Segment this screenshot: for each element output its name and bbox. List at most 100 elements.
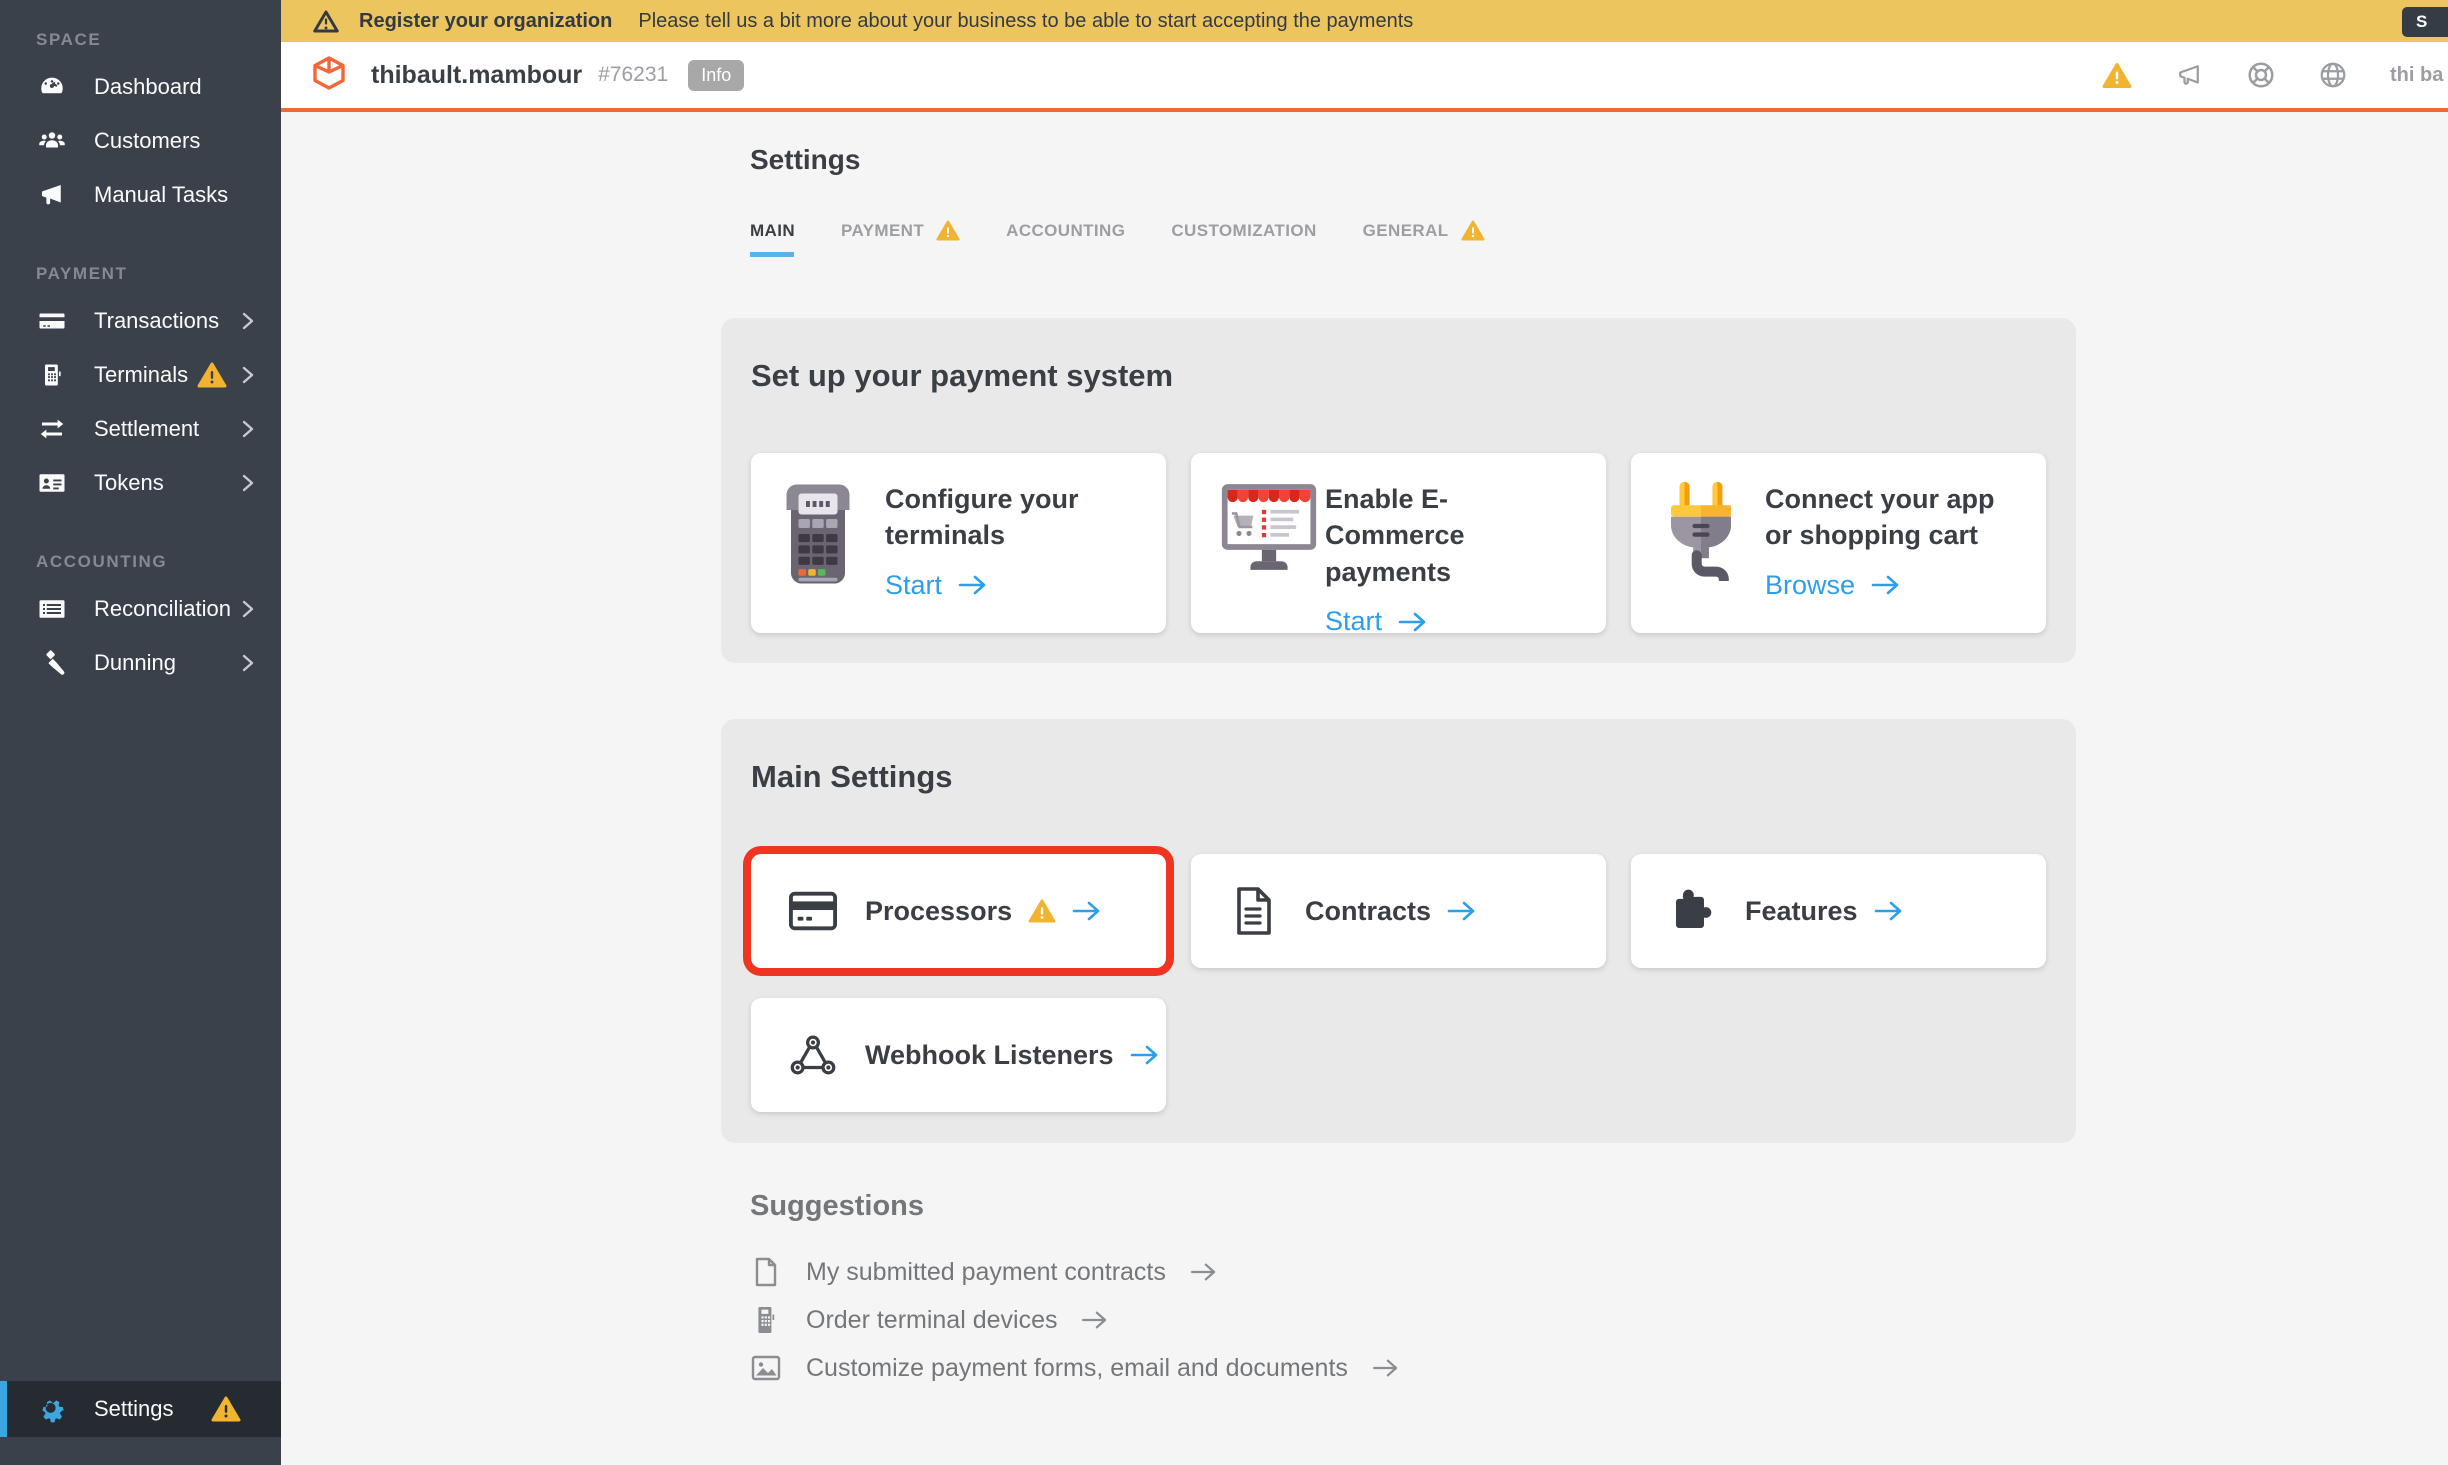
arrow-right-icon [1081, 1309, 1109, 1331]
sidebar-item-reconciliation[interactable]: Reconciliation [0, 582, 281, 636]
tab-payment[interactable]: PAYMENT [841, 220, 960, 257]
warning-icon[interactable] [2102, 60, 2132, 90]
chevron-right-icon [241, 309, 255, 333]
transfer-icon [36, 413, 68, 445]
card-label: Features [1745, 896, 1858, 927]
sidebar-item-label: Reconciliation [94, 596, 231, 622]
megaphone-icon[interactable] [2174, 60, 2204, 90]
start-link[interactable]: Start [885, 570, 1142, 601]
arrow-right-icon [1372, 1357, 1400, 1379]
sidebar-item-transactions[interactable]: Transactions [0, 294, 281, 348]
sidebar-item-label: Settlement [94, 416, 199, 442]
tab-label: ACCOUNTING [1006, 221, 1125, 241]
connect-app-card[interactable]: Connect your app or shopping cart Browse [1631, 453, 2046, 633]
sidebar-item-settlement[interactable]: Settlement [0, 402, 281, 456]
globe-icon[interactable] [2318, 60, 2348, 90]
sidebar-item-label: Transactions [94, 308, 219, 334]
ecommerce-illustration-icon [1219, 481, 1299, 591]
warning-icon [197, 362, 227, 388]
sidebar: SPACE Dashboard Customers Manual Tasks P… [0, 0, 281, 1465]
settings-tabs: MAIN PAYMENT ACCOUNTING CUSTOMIZATION GE… [750, 220, 1485, 257]
card-label: Webhook Listeners [865, 1040, 1114, 1071]
contracts-card[interactable]: Contracts [1191, 854, 1606, 968]
header: thibault.mambour #76231 Info thi ba [281, 42, 2448, 112]
sidebar-item-customers[interactable]: Customers [0, 114, 281, 168]
megaphone-icon [36, 179, 68, 211]
sidebar-item-dashboard[interactable]: Dashboard [0, 60, 281, 114]
sidebar-item-label: Settings [94, 1396, 174, 1422]
banner-start-button[interactable]: S [2402, 7, 2448, 37]
arrow-right-icon [958, 573, 988, 597]
sidebar-item-dunning[interactable]: Dunning [0, 636, 281, 690]
link-label: Start [1325, 606, 1382, 637]
sidebar-section-space: SPACE [36, 30, 281, 50]
chevron-right-icon [241, 471, 255, 495]
sidebar-item-manual-tasks[interactable]: Manual Tasks [0, 168, 281, 222]
arrow-right-icon [1072, 899, 1102, 923]
card-title: Connect your app or shopping cart [1765, 481, 2022, 554]
features-card[interactable]: Features [1631, 854, 2046, 968]
plug-illustration-icon [1659, 481, 1739, 591]
banner-title: Register your organization [359, 10, 612, 33]
main-settings-section: Main Settings Processors Contracts [721, 719, 2076, 1143]
warning-icon [211, 1396, 241, 1422]
suggestion-label: Order terminal devices [806, 1306, 1057, 1335]
link-label: Start [885, 570, 942, 601]
sidebar-item-label: Tokens [94, 470, 164, 496]
chevron-right-icon [241, 597, 255, 621]
sidebar-section-payment: PAYMENT [36, 264, 281, 284]
suggestions-section: Suggestions My submitted payment contrac… [750, 1190, 1400, 1383]
gauge-icon [36, 71, 68, 103]
processors-card[interactable]: Processors [751, 854, 1166, 968]
terminal-illustration-icon [779, 481, 859, 591]
arrow-right-icon [1190, 1261, 1218, 1283]
suggestion-label: Customize payment forms, email and docum… [806, 1354, 1348, 1383]
credit-card-icon [789, 887, 837, 935]
setup-section: Set up your payment system Configure you… [721, 318, 2076, 663]
account-id: #76231 [598, 63, 668, 87]
card-title: Configure your terminals [885, 481, 1142, 554]
sidebar-item-label: Dashboard [94, 74, 202, 100]
warning-icon [1028, 899, 1056, 923]
puzzle-icon [1669, 887, 1717, 935]
gavel-icon [36, 647, 68, 679]
arrow-right-icon [1398, 610, 1428, 634]
people-icon [36, 125, 68, 157]
sidebar-section-accounting: ACCOUNTING [36, 552, 281, 572]
tab-customization[interactable]: CUSTOMIZATION [1171, 220, 1316, 257]
terminal-icon [36, 359, 68, 391]
sidebar-item-label: Terminals [94, 362, 188, 388]
suggestions-title: Suggestions [750, 1190, 1400, 1223]
suggestion-customize-forms[interactable]: Customize payment forms, email and docum… [750, 1353, 1400, 1383]
arrow-right-icon [1874, 899, 1904, 923]
tab-label: GENERAL [1363, 221, 1449, 241]
sidebar-item-settings[interactable]: Settings [0, 1381, 281, 1437]
start-link[interactable]: Start [1325, 606, 1582, 637]
info-badge[interactable]: Info [688, 60, 744, 91]
tab-main[interactable]: MAIN [750, 220, 795, 257]
link-label: Browse [1765, 570, 1855, 601]
webhook-listeners-card[interactable]: Webhook Listeners [751, 998, 1166, 1112]
sidebar-item-terminals[interactable]: Terminals [0, 348, 281, 402]
gear-icon [36, 1393, 68, 1425]
sidebar-item-tokens[interactable]: Tokens [0, 456, 281, 510]
credit-card-icon [36, 305, 68, 337]
warning-icon [313, 10, 339, 33]
card-label: Processors [865, 896, 1012, 927]
sidebar-item-label: Customers [94, 128, 200, 154]
main-content: Settings MAIN PAYMENT ACCOUNTING CUSTOMI… [281, 112, 2448, 1465]
browse-link[interactable]: Browse [1765, 570, 2022, 601]
configure-terminals-card[interactable]: Configure your terminals Start [751, 453, 1166, 633]
card-title: Enable E-Commerce payments [1325, 481, 1582, 590]
tab-accounting[interactable]: ACCOUNTING [1006, 220, 1125, 257]
suggestion-submitted-contracts[interactable]: My submitted payment contracts [750, 1257, 1400, 1287]
user-menu[interactable]: thi ba [2390, 64, 2448, 87]
terminal-icon [750, 1305, 782, 1335]
register-banner: Register your organization Please tell u… [281, 0, 2448, 42]
ecommerce-card[interactable]: Enable E-Commerce payments Start [1191, 453, 1606, 633]
suggestion-order-terminals[interactable]: Order terminal devices [750, 1305, 1400, 1335]
lifebuoy-icon[interactable] [2246, 60, 2276, 90]
tab-general[interactable]: GENERAL [1363, 220, 1485, 257]
card-label: Contracts [1305, 896, 1431, 927]
account-name: thibault.mambour [371, 61, 582, 90]
